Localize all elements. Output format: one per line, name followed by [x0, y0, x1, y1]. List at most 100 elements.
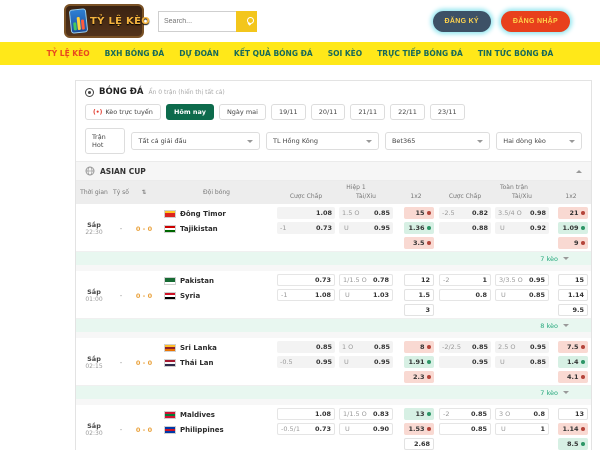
live-icon: (•)	[93, 108, 103, 116]
h1-overunder-cell-odds[interactable]: 1/1.5 O 0.83	[339, 408, 393, 420]
league-header[interactable]: ASIAN CUP	[76, 161, 591, 181]
h1-overunder-cell-odds[interactable]: 1/1.5 O 0.78	[339, 274, 393, 286]
h1-overunder-cell-odds[interactable]: 1 O 0.85	[339, 341, 393, 353]
ft-handicap-cell-odds[interactable]: -2 0.85	[439, 408, 491, 420]
h1-overunder-cell-odds[interactable]: U 0.95	[339, 356, 393, 368]
h1-handicap-cell-odds[interactable]: -1 1.08	[277, 289, 335, 301]
away-team[interactable]: Syria	[164, 291, 275, 300]
ft-1x2-cell-odds[interactable]: 8.5	[558, 438, 588, 450]
h1-1x2-cell-odds[interactable]: 3.5	[404, 237, 434, 249]
nav-item-soi-keo[interactable]: SOI KÈO	[328, 49, 363, 58]
h1-handicap-cell-odds[interactable]: -0.5 0.95	[277, 356, 335, 368]
login-button[interactable]: ĐĂNG NHẬP	[500, 10, 570, 32]
h1-1x2-cell-odds[interactable]: 2.68	[404, 438, 434, 450]
home-team[interactable]: Sri Lanka	[164, 343, 275, 352]
away-team[interactable]: Thái Lan	[164, 358, 275, 367]
ft-handicap-cell-odds[interactable]: 0.88	[439, 222, 491, 234]
h1-overunder-cell-odds[interactable]: 1.5 O 0.85	[339, 207, 393, 219]
home-team[interactable]: Maldives	[164, 410, 275, 419]
nav-item-truc-tiep[interactable]: TRỰC TIẾP BÓNG ĐÁ	[377, 49, 463, 58]
h1-1x2-cell-odds[interactable]: 1.91	[404, 356, 434, 368]
h1-1x2-cell-odds[interactable]: 15	[404, 207, 434, 219]
h1-1x2-cell-odds[interactable]: 1.53	[404, 423, 434, 435]
h1-handicap-cell-odds[interactable]: -0.5/1 0.73	[277, 423, 335, 435]
ft-handicap-cell-odds[interactable]: -2 1	[439, 274, 491, 286]
ft-overunder-cell-odds[interactable]: U 0.85	[495, 356, 549, 368]
ft-overunder-cell-odds[interactable]: 3.5/4 O 0.98	[495, 207, 549, 219]
section-note[interactable]: Ẩn 0 trận (hiển thị tất cả)	[148, 89, 224, 96]
ft-1x2-cell-odds[interactable]: 9.5	[558, 304, 588, 316]
away-team[interactable]: Philippines	[164, 425, 275, 434]
h1-handicap-cell-odds[interactable]: 0.73	[277, 274, 335, 286]
search-input[interactable]	[158, 10, 236, 32]
h1-overunder-cell-odds[interactable]: U 0.90	[339, 423, 393, 435]
tab-live[interactable]: (•) Kèo trực tuyến	[85, 104, 161, 120]
ft-handicap-cell-odds[interactable]: -2/2.5 0.85	[439, 341, 491, 353]
ft-overunder-cell-odds[interactable]: U1	[495, 423, 549, 435]
ft-handicap-cell-odds[interactable]: 0.95	[439, 356, 491, 368]
nav-item-ty-le-keo[interactable]: TỶ LỆ KÈO	[47, 49, 90, 58]
home-team[interactable]: Pakistan	[164, 276, 275, 285]
h1-1x2-cell-odds[interactable]: 1.5	[404, 289, 434, 301]
register-button[interactable]: ĐĂNG KÝ	[432, 10, 491, 32]
ft-1x2-cell-odds[interactable]: 1.14	[558, 289, 588, 301]
ft-1x2-cell-odds[interactable]: 1.14	[558, 423, 588, 435]
ft-handicap-cell-odds[interactable]: 0.85	[439, 423, 491, 435]
ft-handicap-cell-odds[interactable]: 0.8	[439, 289, 491, 301]
more-odds-link[interactable]: 8 kèo	[76, 319, 591, 332]
collapse-icon[interactable]	[576, 169, 582, 173]
nav-item-du-doan[interactable]: DỰ ĐOÁN	[179, 49, 219, 58]
ft-overunder-cell-odds[interactable]: 2.5 O 0.95	[495, 341, 549, 353]
h1-1x2-cell-odds[interactable]: 13	[404, 408, 434, 420]
nav-item-ket-qua[interactable]: KẾT QUẢ BÓNG ĐÁ	[234, 49, 313, 58]
ft-1x2-cell-odds[interactable]: 4.1	[558, 371, 588, 383]
tab-date-22-11[interactable]: 22/11	[390, 104, 425, 120]
h1-handicap-cell-odds[interactable]: -1 0.73	[277, 222, 335, 234]
h1-1x2-cell-odds[interactable]: 8	[404, 341, 434, 353]
ft-1x2-cell-odds[interactable]: 13	[558, 408, 588, 420]
league-select[interactable]: Tất cả giải đấu	[131, 132, 260, 150]
ft-overunder-cell-odds[interactable]: 3 O 0.8	[495, 408, 549, 420]
tab-tomorrow[interactable]: Ngày mai	[218, 104, 266, 120]
match-score: 0 - 0	[130, 340, 158, 385]
tab-date-20-11[interactable]: 20/11	[310, 104, 346, 120]
h1-handicap-cell-odds[interactable]: 0.85	[277, 341, 335, 353]
ft-1x2-cell-odds[interactable]: 7.5	[558, 341, 588, 353]
more-odds-link[interactable]: 7 kèo	[76, 386, 591, 399]
h1-1x2-cell-odds[interactable]: 12	[404, 274, 434, 286]
odds-format-select[interactable]: TL Hồng Kông	[265, 132, 379, 150]
ft-handicap-cell-odds[interactable]: -2.5 0.82	[439, 207, 491, 219]
h1-handicap-cell-odds[interactable]: 1.08	[277, 408, 335, 420]
tab-date-19-11[interactable]: 19/11	[270, 104, 306, 120]
more-odds-link[interactable]: 7 kèo	[76, 252, 591, 265]
h1-1x2-cell-odds[interactable]: 3	[404, 304, 434, 316]
ft-1x2-cell-odds[interactable]: 9	[558, 237, 588, 249]
ft-1x2-cell-odds[interactable]: 21	[558, 207, 588, 219]
ft-1x2-cell-odds[interactable]: 1.09	[558, 222, 588, 234]
away-team[interactable]: Tajikistan	[164, 224, 275, 233]
h1-overunder-cell-odds[interactable]: U 0.95	[339, 222, 393, 234]
ft-1x2-cell-odds[interactable]: 15	[558, 274, 588, 286]
hot-matches-button[interactable]: Trận Hot	[85, 128, 126, 154]
lines-select[interactable]: Hai dòng kèo	[496, 132, 582, 150]
home-team[interactable]: Đông Timor	[164, 209, 275, 218]
odds-value: 0.90	[372, 424, 389, 433]
h1-handicap-cell-odds[interactable]: 1.08	[277, 207, 335, 219]
h1-1x2-cell-odds[interactable]: 1.36	[404, 222, 434, 234]
ft-overunder-cell-odds[interactable]: 3/3.5 O 0.95	[495, 274, 549, 286]
h1-1x2-cell-odds[interactable]: 2.3	[404, 371, 434, 383]
sort-icon[interactable]: ⇅	[130, 181, 158, 204]
ft-1x2-cell-odds[interactable]: 1.4	[558, 356, 588, 368]
ft-overunder-cell-odds[interactable]: U 0.92	[495, 222, 549, 234]
nav-item-tin-tuc[interactable]: TIN TỨC BÓNG ĐÁ	[478, 49, 554, 58]
site-logo[interactable]: TỶ LỆ KÈO	[64, 4, 150, 38]
col-time: Thời gian	[80, 189, 108, 196]
ft-overunder-cell-odds[interactable]: U 0.85	[495, 289, 549, 301]
tab-today[interactable]: Hôm nay	[165, 104, 214, 120]
nav-item-bxh-bong-da[interactable]: BXH BÓNG ĐÁ	[105, 49, 165, 58]
h1-overunder-cell-odds[interactable]: U 1.03	[339, 289, 393, 301]
bookmaker-select[interactable]: Bet365	[384, 132, 491, 150]
search-button[interactable]	[236, 10, 257, 32]
tab-date-23-11[interactable]: 23/11	[429, 104, 465, 120]
tab-date-21-11[interactable]: 21/11	[350, 104, 386, 120]
